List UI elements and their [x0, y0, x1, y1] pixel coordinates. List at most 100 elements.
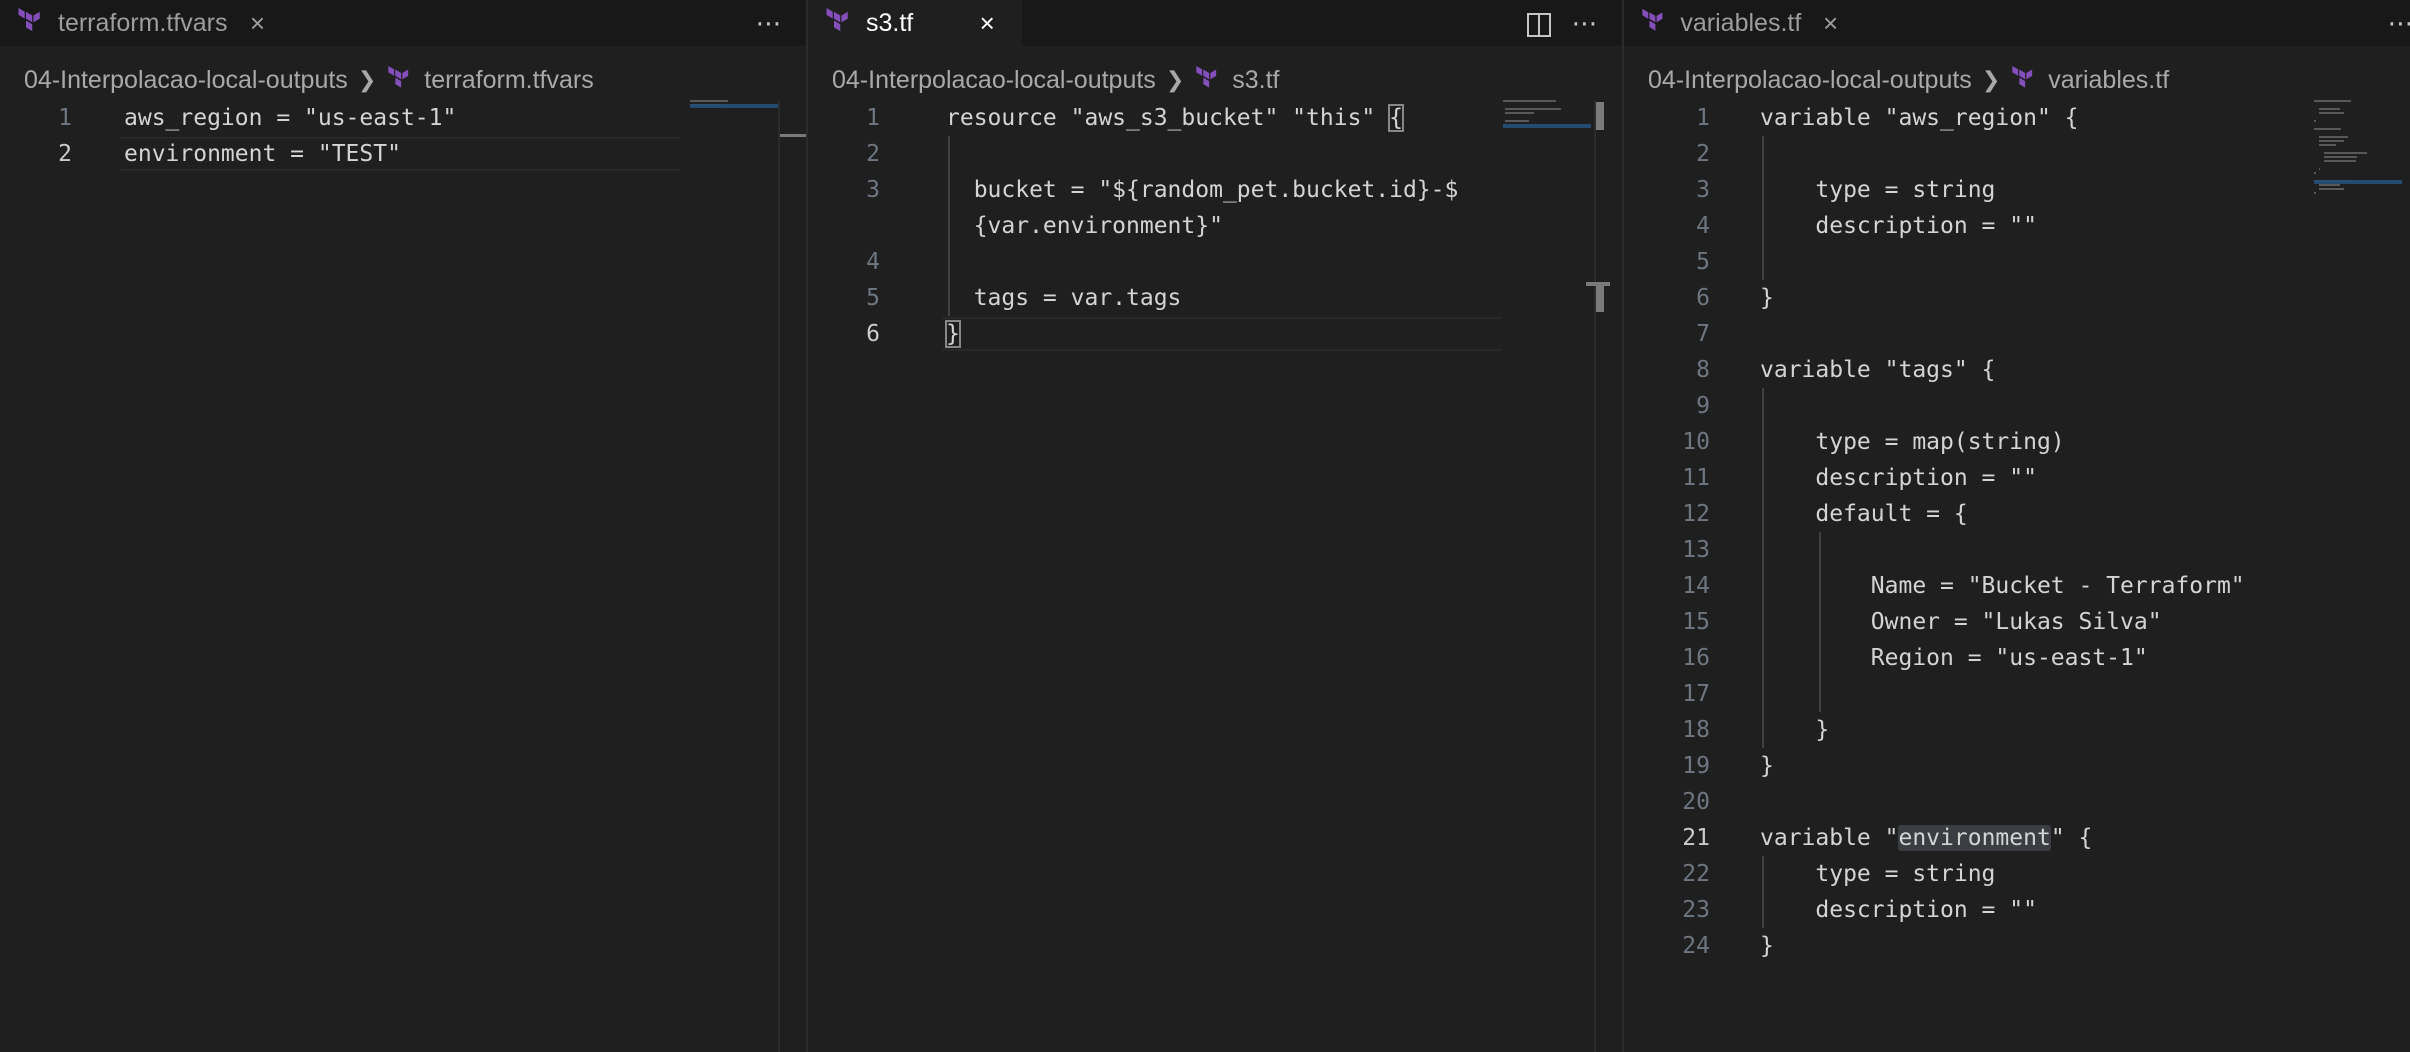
minimap-line [2314, 192, 2316, 194]
line-number: 4 [1696, 213, 1710, 239]
tab-bar: variables.tf × ⋯ [1624, 0, 2410, 46]
terraform-icon [826, 8, 848, 32]
minimap-line [2318, 112, 2345, 114]
code-line[interactable]: } [1760, 712, 1829, 748]
minimap-line [2314, 172, 2316, 174]
code-line[interactable]: } [1760, 280, 1774, 316]
tab-variables-tf[interactable]: variables.tf × [1624, 0, 1858, 46]
code-line[interactable]: type = string [1760, 172, 1995, 208]
code-line[interactable]: variable "aws_region" { [1760, 100, 2079, 136]
line-number: 24 [1682, 933, 1710, 959]
line-number: 6 [1696, 285, 1710, 311]
code-line[interactable]: } [1760, 928, 1774, 964]
tab-actions: ⋯ [2378, 0, 2410, 46]
line-number: 1 [1696, 105, 1710, 131]
line-number: 1 [866, 105, 880, 131]
breadcrumb-file[interactable]: s3.tf [1232, 66, 1279, 95]
current-line-highlight [942, 317, 1502, 351]
line-number: 1 [58, 105, 72, 131]
minimap-line [2318, 168, 2321, 170]
indent-guide [948, 136, 950, 316]
close-icon[interactable]: × [245, 8, 269, 39]
tab-actions: ⋯ [1516, 0, 1608, 46]
line-number: 10 [1682, 429, 1710, 455]
split-editor-icon[interactable] [1516, 8, 1562, 39]
breadcrumb-folder[interactable]: 04-Interpolacao-local-outputs [832, 66, 1156, 95]
terraform-icon [1196, 66, 1217, 88]
code-line[interactable]: description = "" [1760, 892, 2037, 928]
line-number: 15 [1682, 609, 1710, 635]
close-icon[interactable]: × [1819, 8, 1842, 39]
line-number: 22 [1682, 861, 1710, 887]
minimap-current-line [2314, 180, 2402, 184]
more-actions-icon[interactable]: ⋯ [746, 8, 792, 39]
code-line[interactable]: variable "environment" { [1760, 820, 2092, 856]
line-number: 9 [1696, 393, 1710, 419]
breadcrumb-file[interactable]: terraform.tfvars [424, 66, 593, 95]
more-actions-icon[interactable]: ⋯ [2378, 8, 2410, 39]
code-line[interactable]: {var.environment}" [946, 208, 1223, 244]
tab-actions: ⋯ [746, 0, 792, 46]
line-number: 7 [1696, 321, 1710, 347]
scroll-thumb[interactable] [1596, 102, 1604, 130]
line-number: 4 [866, 249, 880, 275]
vertical-scrollbar[interactable] [778, 100, 806, 1052]
chevron-right-icon: ❯ [1165, 67, 1185, 92]
code-line[interactable]: default = { [1760, 496, 1967, 532]
tab-bar: s3.tf × ⋯ [808, 0, 1622, 46]
minimap-line [2314, 128, 2342, 130]
more-actions-icon[interactable]: ⋯ [1562, 8, 1608, 39]
line-number [808, 208, 880, 244]
indent-guide [1762, 388, 1764, 748]
scroll-position-marker [1596, 282, 1604, 312]
minimap-line [1505, 108, 1562, 110]
minimap-line [1505, 120, 1530, 122]
line-number: 12 [1682, 501, 1710, 527]
code-line[interactable]: aws_region = "us-east-1" [124, 100, 456, 136]
breadcrumb-file[interactable]: variables.tf [2048, 66, 2169, 95]
tab-label: variables.tf [1680, 8, 1802, 37]
code-line[interactable]: type = map(string) [1760, 424, 2064, 460]
line-number: 19 [1682, 753, 1710, 779]
editor-group-s3-tf: s3.tf × ⋯ 04-Interpolacao-local-outputs … [806, 0, 1622, 1052]
breadcrumb-folder[interactable]: 04-Interpolacao-local-outputs [1648, 66, 1972, 95]
code-line[interactable]: Name = "Bucket - Terraform" [1760, 568, 2245, 604]
line-number: 20 [1682, 789, 1710, 815]
code-line[interactable]: description = "" [1760, 460, 2037, 496]
code-line[interactable]: type = string [1760, 856, 1995, 892]
indent-guide [1819, 532, 1821, 712]
code-line[interactable]: description = "" [1760, 208, 2037, 244]
tab-terraform-tfvars[interactable]: terraform.tfvars × [0, 0, 296, 46]
tab-s3-tf[interactable]: s3.tf × [808, 0, 1022, 46]
line-number: 8 [1696, 357, 1710, 383]
code-line[interactable]: } [1760, 748, 1774, 784]
code-line[interactable]: resource "aws_s3_bucket" "this" { [946, 100, 1404, 136]
breadcrumb-folder[interactable]: 04-Interpolacao-local-outputs [24, 66, 348, 95]
code-line[interactable]: } [945, 316, 961, 352]
line-number: 11 [1682, 465, 1710, 491]
indent-guide [1762, 136, 1764, 280]
line-number: 5 [866, 285, 880, 311]
line-number: 18 [1682, 717, 1710, 743]
line-number: 3 [866, 177, 880, 203]
editor-group-variables-tf: variables.tf × ⋯ 04-Interpolacao-local-o… [1622, 0, 2410, 1052]
tab-label: terraform.tfvars [58, 8, 228, 37]
minimap-line [2318, 140, 2345, 142]
close-icon[interactable]: × [975, 8, 999, 39]
tab-bar: terraform.tfvars × ⋯ [0, 0, 806, 46]
terraform-icon [1642, 8, 1663, 31]
minimap-line [2318, 136, 2348, 138]
line-number: 5 [1696, 249, 1710, 275]
minimap-line [690, 100, 729, 102]
editor-group-terraform-tfvars: terraform.tfvars × ⋯ 04-Interpolacao-loc… [0, 0, 806, 1052]
code-line[interactable]: environment = "TEST" [124, 136, 401, 172]
minimap-line [2318, 144, 2337, 146]
vertical-scrollbar[interactable] [1586, 100, 1610, 1052]
code-line[interactable]: tags = var.tags [946, 280, 1182, 316]
line-number: 2 [866, 141, 880, 167]
code-line[interactable]: variable "tags" { [1760, 352, 1995, 388]
chevron-right-icon: ❯ [357, 67, 377, 92]
code-line[interactable]: bucket = "${random_pet.bucket.id}-$ [946, 172, 1459, 208]
line-number: 6 [866, 321, 880, 347]
line-number: 2 [58, 141, 72, 167]
